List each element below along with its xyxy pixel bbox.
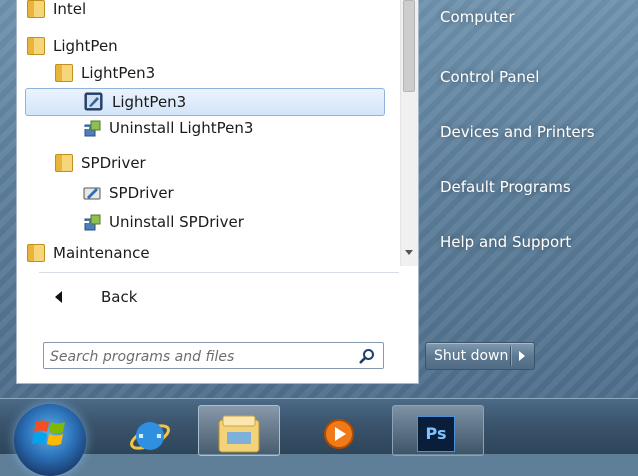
back-label: Back bbox=[101, 288, 138, 306]
program-label: Uninstall LightPen3 bbox=[109, 119, 254, 137]
taskbar-windows-explorer[interactable] bbox=[198, 405, 280, 456]
windows-logo-icon[interactable] bbox=[14, 404, 86, 476]
search-input[interactable] bbox=[48, 345, 352, 368]
folder-icon bbox=[27, 0, 45, 18]
taskbar-photoshop[interactable]: Ps bbox=[392, 405, 484, 456]
folder-library-icon bbox=[218, 415, 260, 453]
link-devices-and-printers[interactable]: Devices and Printers bbox=[440, 123, 595, 141]
shutdown-label: Shut down bbox=[434, 348, 509, 364]
program-label: Uninstall SPDriver bbox=[109, 213, 244, 231]
program-folder-spdriver[interactable]: SPDriver bbox=[55, 150, 385, 176]
folder-icon bbox=[27, 37, 45, 55]
program-item-spdriver[interactable]: SPDriver bbox=[83, 180, 383, 206]
program-label: LightPen3 bbox=[112, 93, 187, 111]
uninstall-icon bbox=[83, 213, 101, 231]
link-control-panel[interactable]: Control Panel bbox=[440, 68, 539, 86]
lightpen-app-icon bbox=[84, 92, 103, 111]
link-help-and-support[interactable]: Help and Support bbox=[440, 233, 571, 251]
folder-icon bbox=[27, 244, 45, 262]
photoshop-icon: Ps bbox=[417, 416, 455, 452]
program-label: Maintenance bbox=[53, 244, 150, 262]
program-label: LightPen bbox=[53, 37, 118, 55]
taskbar: Ps bbox=[0, 398, 638, 476]
all-programs-list: Intel LightPen LightPen3 LightPen3 Unins… bbox=[17, 0, 400, 266]
program-folder-maintenance[interactable]: Maintenance bbox=[27, 240, 387, 266]
back-button[interactable]: Back bbox=[35, 283, 405, 311]
scroll-down-arrow-icon[interactable] bbox=[405, 250, 413, 255]
program-label: Intel bbox=[53, 0, 87, 18]
program-item-lightpen3[interactable]: LightPen3 bbox=[25, 88, 385, 116]
uninstall-icon bbox=[83, 119, 101, 137]
spdriver-app-icon bbox=[83, 184, 101, 202]
search-box[interactable] bbox=[43, 342, 384, 369]
shutdown-divider bbox=[510, 346, 511, 366]
program-label: SPDriver bbox=[109, 184, 174, 202]
media-player-icon bbox=[324, 419, 354, 449]
program-folder-lightpen[interactable]: LightPen bbox=[27, 33, 387, 59]
scrollbar-thumb[interactable] bbox=[403, 0, 415, 92]
program-label: LightPen3 bbox=[81, 64, 156, 82]
search-icon[interactable] bbox=[359, 348, 375, 364]
link-computer[interactable]: Computer bbox=[440, 8, 515, 26]
program-item-uninstall-spdriver[interactable]: Uninstall SPDriver bbox=[83, 209, 383, 235]
program-folder-lightpen3[interactable]: LightPen3 bbox=[55, 60, 385, 86]
internet-explorer-icon[interactable] bbox=[125, 409, 175, 452]
program-folder-intel[interactable]: Intel bbox=[27, 0, 387, 22]
divider bbox=[39, 272, 399, 273]
program-item-uninstall-lightpen3[interactable]: Uninstall LightPen3 bbox=[83, 115, 383, 141]
folder-icon bbox=[55, 154, 73, 172]
start-menu-left-panel: Intel LightPen LightPen3 LightPen3 Unins… bbox=[16, 0, 419, 384]
programs-scrollbar[interactable] bbox=[400, 0, 418, 266]
program-label: SPDriver bbox=[81, 154, 146, 172]
link-default-programs[interactable]: Default Programs bbox=[440, 178, 571, 196]
folder-icon bbox=[55, 64, 73, 82]
chevron-right-icon[interactable] bbox=[519, 351, 525, 361]
taskbar-media-player[interactable] bbox=[300, 405, 380, 454]
shutdown-button[interactable]: Shut down bbox=[425, 342, 535, 370]
back-arrow-icon bbox=[55, 291, 62, 303]
